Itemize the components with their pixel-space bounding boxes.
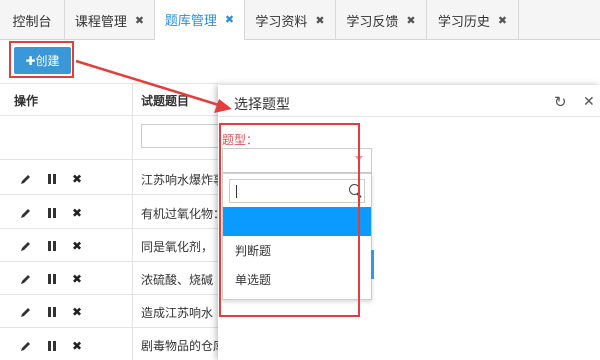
close-icon[interactable]: ✖: [406, 14, 415, 27]
divider: [0, 294, 218, 295]
delete-icon[interactable]: ✖: [72, 306, 84, 318]
row-title: 造成江苏响水: [141, 306, 214, 320]
divider: [0, 327, 218, 328]
delete-icon[interactable]: ✖: [72, 207, 84, 219]
row-title: 剧毒物品的仓库: [141, 339, 218, 353]
pencil-icon[interactable]: [20, 340, 32, 352]
delete-icon[interactable]: ✖: [72, 340, 84, 352]
pencil-icon[interactable]: [20, 306, 32, 318]
divider: [0, 261, 218, 262]
pencil-icon[interactable]: [20, 240, 32, 252]
pencil-icon[interactable]: [20, 273, 32, 285]
close-icon[interactable]: ✕: [583, 94, 595, 110]
pause-icon[interactable]: [46, 273, 58, 285]
tab-label: 题库管理: [164, 14, 217, 29]
delete-icon[interactable]: ✖: [72, 173, 84, 185]
pause-icon[interactable]: [46, 173, 58, 185]
tab-feedback[interactable]: 学习反馈 ✖: [336, 0, 427, 40]
tab-question-bank[interactable]: 题库管理 ✖: [155, 0, 245, 41]
tab-label: 学习历史: [437, 14, 490, 30]
tab-label: 控制台: [12, 14, 52, 30]
pencil-icon[interactable]: [20, 207, 32, 219]
divider: [0, 228, 218, 229]
tab-console[interactable]: 控制台: [0, 0, 65, 40]
pause-icon[interactable]: [46, 306, 58, 318]
column-header-title: 试题题目: [141, 94, 190, 108]
divider: [132, 83, 133, 360]
row-title: 同是氧化剂，: [141, 240, 214, 254]
dialog-title: 选择题型: [234, 97, 290, 113]
tab-bar: 控制台 课程管理 ✖ 题库管理 ✖ 学习资料 ✖ 学习反馈 ✖ 学习历史 ✖: [0, 0, 600, 41]
row-title: 浓硫酸、烧碱: [141, 273, 214, 287]
title-filter-input[interactable]: [141, 124, 218, 148]
close-icon[interactable]: ✖: [135, 14, 144, 27]
column-header-actions: 操作: [14, 94, 39, 108]
row-title: 有机过氧化物：: [141, 207, 218, 221]
tab-study-materials[interactable]: 学习资料 ✖: [245, 0, 336, 40]
divider: [0, 115, 218, 116]
refresh-icon[interactable]: ↻: [554, 95, 567, 110]
tab-study-history[interactable]: 学习历史 ✖: [427, 0, 519, 40]
close-icon[interactable]: ✖: [225, 13, 234, 26]
tab-course-management[interactable]: 课程管理 ✖: [65, 0, 155, 40]
divider: [0, 83, 218, 84]
pause-icon[interactable]: [46, 340, 58, 352]
row-title: 江苏响水爆炸事故: [141, 173, 218, 187]
annotation-box-create: [9, 41, 74, 78]
annotation-box-type-select: [219, 123, 360, 317]
tab-label: 学习资料: [255, 14, 308, 30]
pencil-icon[interactable]: [20, 173, 32, 185]
pause-icon[interactable]: [46, 240, 58, 252]
delete-icon[interactable]: ✖: [72, 273, 84, 285]
hidden-button-edge: [371, 250, 374, 279]
divider: [0, 159, 218, 160]
delete-icon[interactable]: ✖: [72, 240, 84, 252]
divider: [0, 194, 218, 195]
tab-label: 课程管理: [74, 14, 127, 30]
pause-icon[interactable]: [46, 207, 58, 219]
tab-label: 学习反馈: [346, 14, 399, 30]
close-icon[interactable]: ✖: [315, 14, 324, 27]
dialog-header: 选择题型 ↻ ✕: [218, 85, 600, 117]
close-icon[interactable]: ✖: [498, 14, 507, 27]
